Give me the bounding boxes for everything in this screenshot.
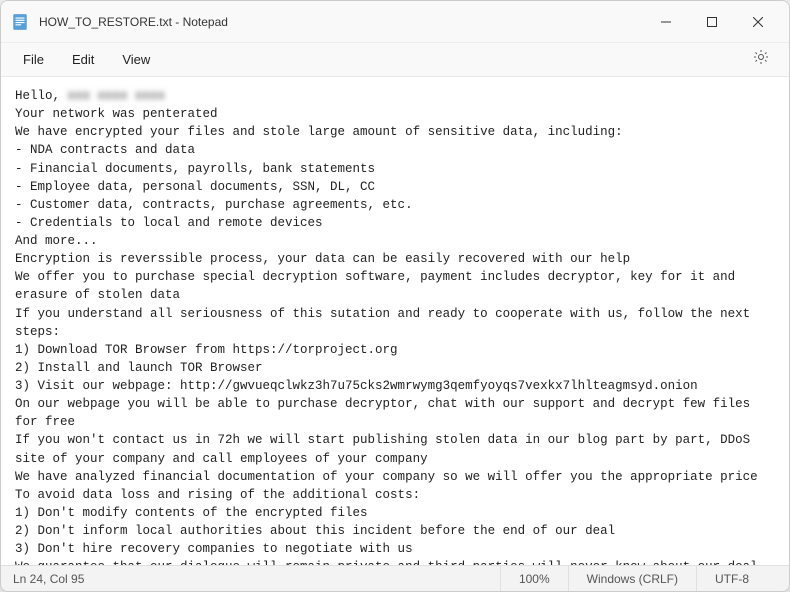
settings-button[interactable] bbox=[741, 43, 781, 76]
notepad-window: HOW_TO_RESTORE.txt - Notepad File Edit V… bbox=[0, 0, 790, 592]
notepad-icon bbox=[11, 13, 29, 31]
menu-view[interactable]: View bbox=[108, 46, 164, 73]
status-cursor-position: Ln 24, Col 95 bbox=[1, 566, 501, 591]
menu-file[interactable]: File bbox=[9, 46, 58, 73]
status-zoom[interactable]: 100% bbox=[501, 566, 569, 591]
gear-icon bbox=[753, 49, 769, 70]
maximize-button[interactable] bbox=[689, 6, 735, 38]
status-encoding: UTF-8 bbox=[697, 566, 789, 591]
greeting-prefix: Hello, bbox=[15, 89, 68, 103]
document-body: Your network was penterated We have encr… bbox=[15, 107, 758, 565]
window-controls bbox=[643, 6, 781, 38]
statusbar: Ln 24, Col 95 100% Windows (CRLF) UTF-8 bbox=[1, 565, 789, 591]
redacted-name: xxx xxxx xxxx bbox=[68, 89, 166, 103]
titlebar: HOW_TO_RESTORE.txt - Notepad bbox=[1, 1, 789, 43]
text-editor-area[interactable]: Hello, xxx xxxx xxxx Your network was pe… bbox=[1, 77, 789, 565]
minimize-button[interactable] bbox=[643, 6, 689, 38]
menubar: File Edit View bbox=[1, 43, 789, 77]
close-button[interactable] bbox=[735, 6, 781, 38]
status-line-ending: Windows (CRLF) bbox=[569, 566, 697, 591]
window-title: HOW_TO_RESTORE.txt - Notepad bbox=[39, 15, 643, 29]
menu-edit[interactable]: Edit bbox=[58, 46, 108, 73]
